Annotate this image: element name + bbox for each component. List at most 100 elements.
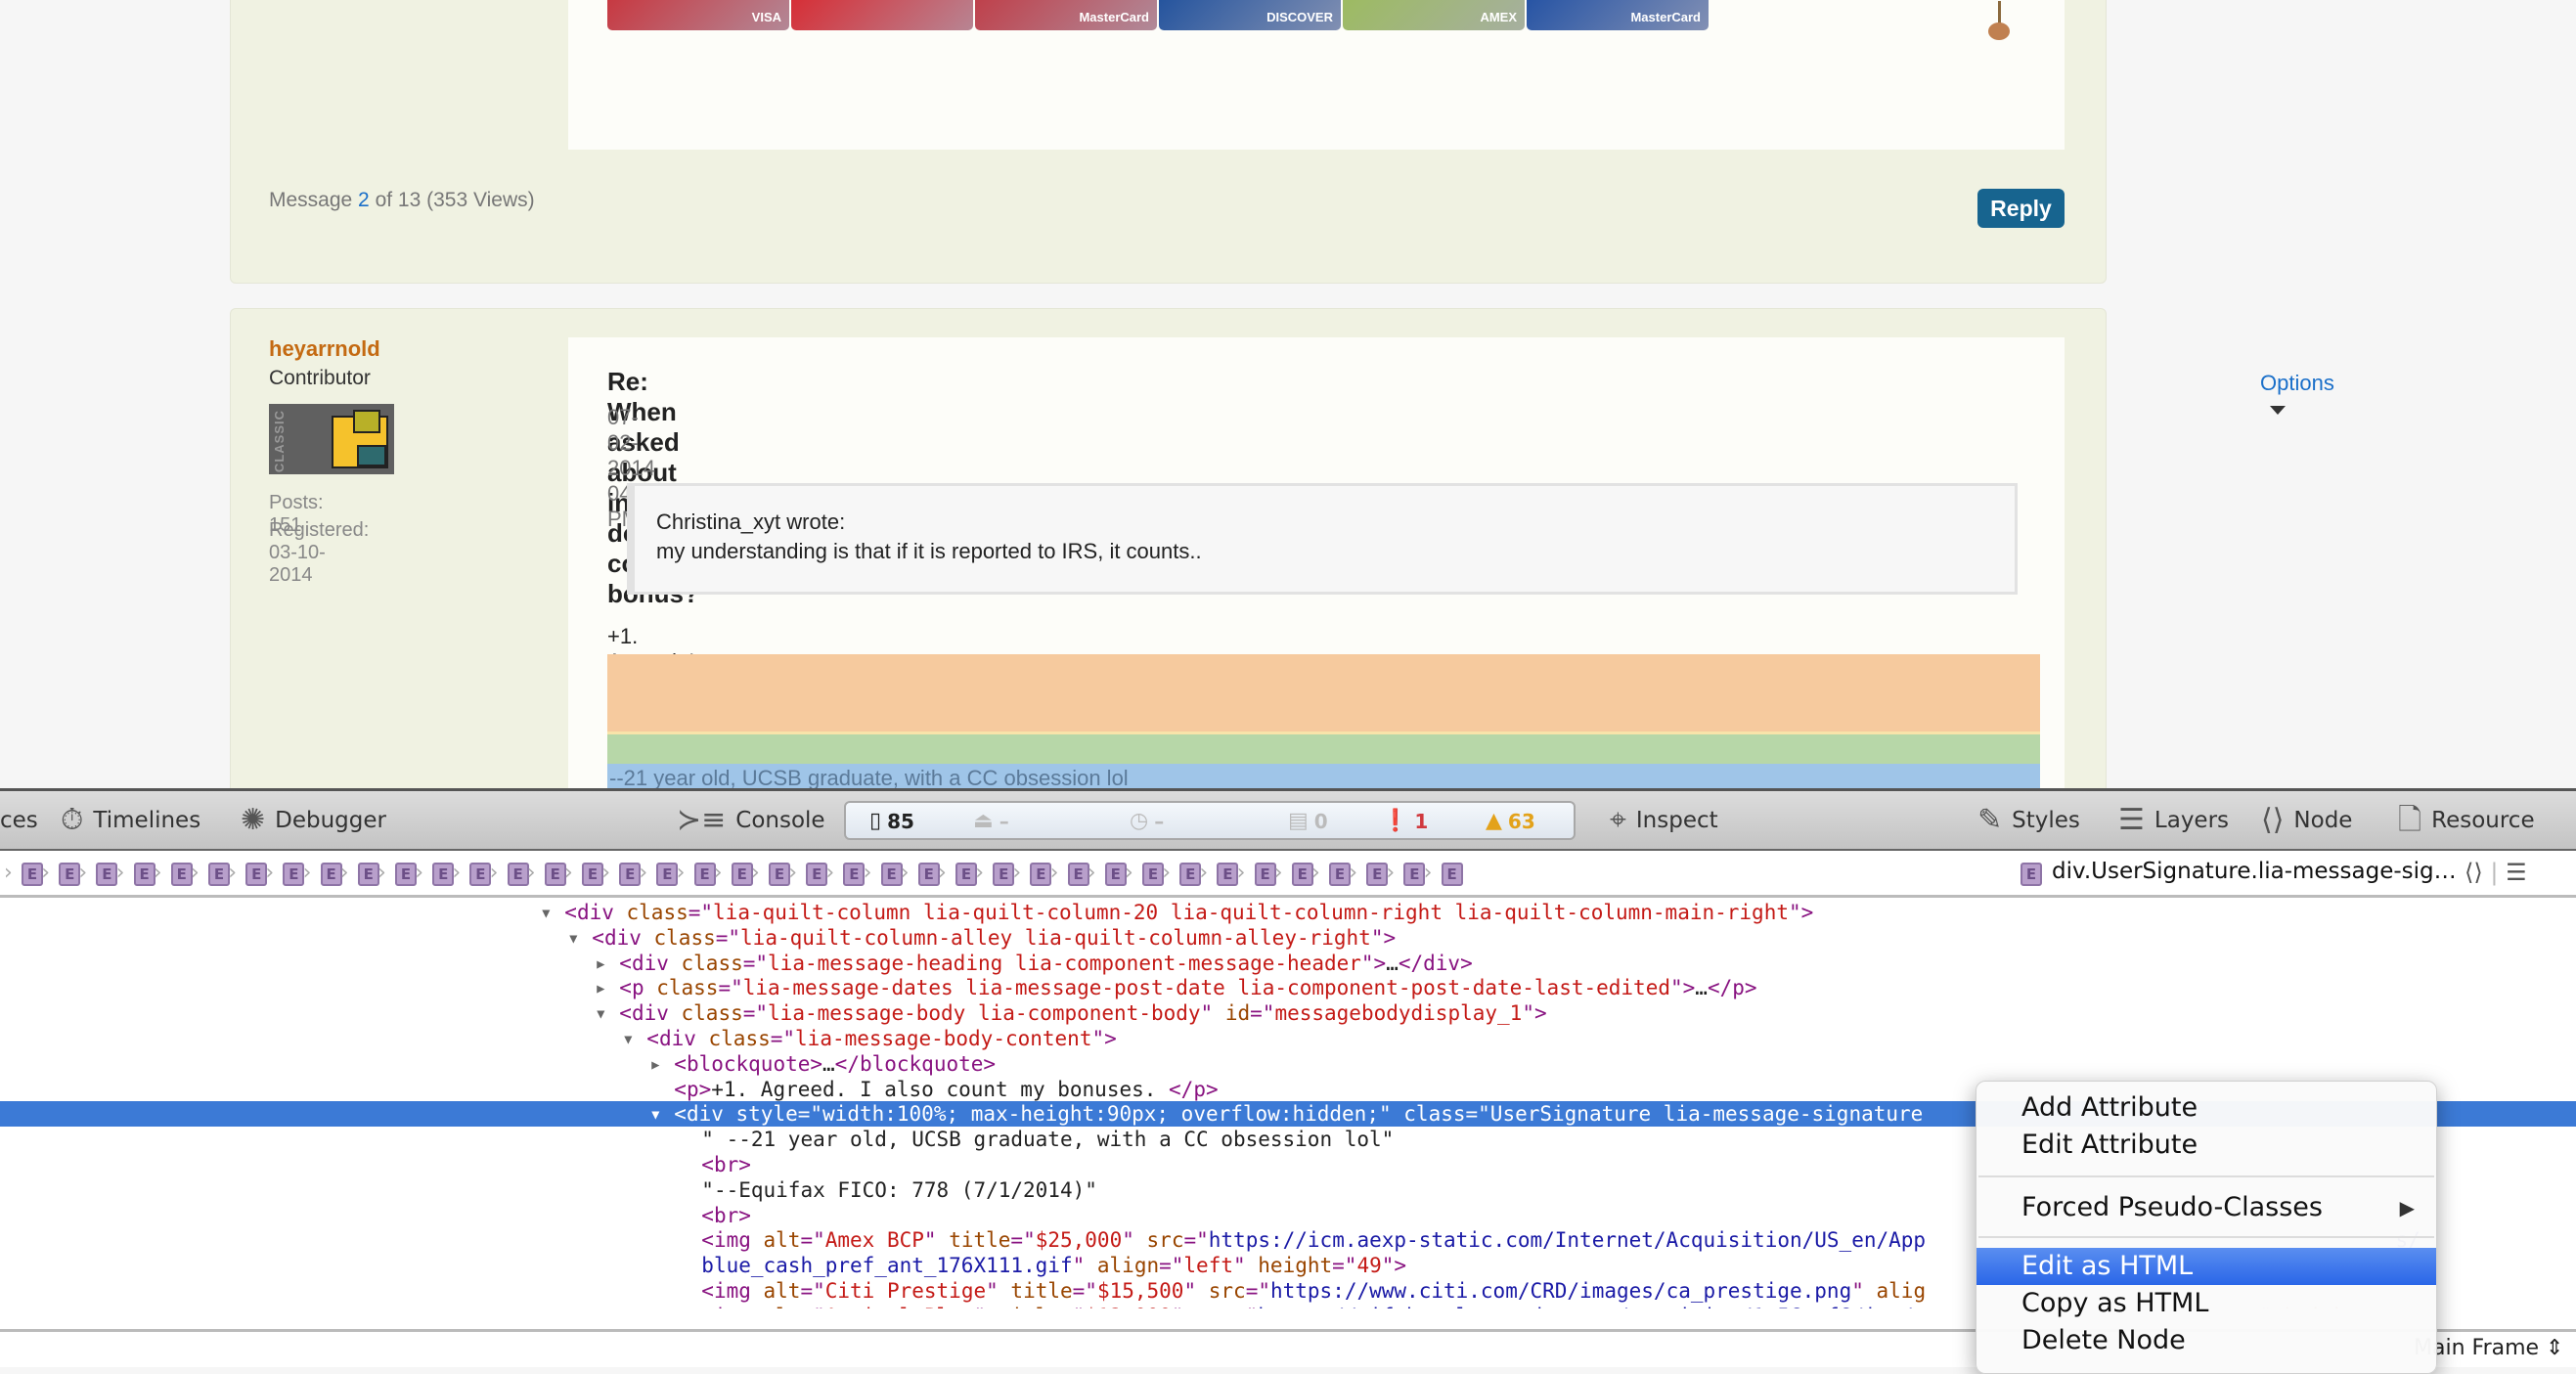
show-source-icon[interactable]: ⟨⟩ (2465, 859, 2483, 886)
breadcrumb-element[interactable]: E (619, 863, 642, 886)
disclosure-collapsed-icon[interactable]: ▸ (595, 952, 619, 975)
breadcrumb-element[interactable]: E (96, 863, 118, 886)
breadcrumb-current[interactable]: div.UserSignature.lia-message-sig… (2052, 859, 2457, 884)
dom-node[interactable]: ▸ <p class="lia-message-dates lia-messag… (0, 975, 2576, 1000)
breadcrumb-element[interactable]: E (993, 863, 1015, 886)
breadcrumb-element[interactable]: E (283, 863, 305, 886)
dom-node[interactable]: ▾ <div class="lia-quilt-column-alley lia… (0, 925, 2576, 951)
menu-forced-pseudo-classes[interactable]: Forced Pseudo-Classes ▶ (1976, 1189, 2436, 1226)
dom-token: $12,000 (1085, 1305, 1172, 1308)
menu-edit-as-html[interactable]: Edit as HTML (1976, 1248, 2436, 1285)
breadcrumb-element[interactable]: E (22, 863, 43, 886)
breadcrumb-element[interactable]: E (133, 863, 155, 886)
breadcrumb-element[interactable]: E (320, 863, 342, 886)
disclosure-collapsed-icon[interactable]: ▸ (649, 1052, 674, 1076)
reply-button[interactable]: Reply (1977, 189, 2065, 228)
breadcrumb-element[interactable]: E (917, 863, 940, 886)
menu-copy-as-html[interactable]: Copy as HTML (1976, 1285, 2436, 1322)
inspect-button[interactable]: ⌖ Inspect (1610, 803, 1718, 838)
breadcrumb-element[interactable]: E (656, 863, 679, 886)
dom-token: <img (701, 1305, 763, 1308)
angle-brackets-icon: ⟨⟩ (2261, 803, 2285, 837)
inspector-highlight-padding (607, 734, 2040, 764)
tab-layers[interactable]: ☰ Layers (2118, 803, 2229, 838)
dom-token: " (1122, 1228, 1147, 1253)
layers-toggle-icon[interactable]: ☰ (2506, 859, 2527, 886)
breadcrumb-element[interactable]: E (395, 863, 417, 886)
tab-resource[interactable]: 🗋 Resource (2398, 803, 2535, 838)
breadcrumb-element[interactable]: E (769, 863, 790, 886)
breadcrumb-element[interactable]: E (1441, 863, 1463, 886)
breadcrumb-element[interactable]: E (843, 863, 866, 886)
breadcrumb-element[interactable]: E (955, 863, 977, 886)
menu-edit-attribute[interactable]: Edit Attribute (1976, 1127, 2436, 1164)
error-count[interactable]: ❗ 1 (1382, 809, 1428, 833)
breadcrumb-element[interactable]: E (693, 863, 716, 886)
credit-card-image: VISA (607, 0, 789, 30)
dom-node[interactable]: ▾ <div class="lia-message-body-content"> (0, 1026, 2576, 1051)
menu-delete-node[interactable]: Delete Node (1976, 1322, 2436, 1359)
disclosure-expanded-icon[interactable]: ▾ (567, 926, 592, 950)
breadcrumb-element[interactable]: E (432, 863, 455, 886)
breadcrumb-element[interactable]: E (731, 863, 753, 886)
breadcrumb-element[interactable]: E (544, 863, 566, 886)
breadcrumb-element[interactable]: E (1291, 863, 1313, 886)
breadcrumb-element[interactable]: E (1329, 863, 1351, 886)
dom-node[interactable]: ▸ <blockquote>…</blockquote> (0, 1051, 2576, 1077)
message-panel: heyarrnold Contributor CLASSIC Posts: 15… (230, 308, 2334, 788)
dom-node[interactable]: ▾ <div class="lia-quilt-column lia-quilt… (0, 900, 2576, 925)
breadcrumb-element[interactable]: E (469, 863, 492, 886)
tab-node[interactable]: ⟨⟩ Node (2261, 803, 2352, 838)
tab-console[interactable]: ≻≡ Console (677, 803, 825, 838)
dom-token: <div (564, 901, 627, 924)
breadcrumb-element[interactable]: E (1254, 863, 1276, 886)
breadcrumb-element[interactable]: E (170, 863, 193, 886)
disclosure-collapsed-icon[interactable]: ▸ (595, 976, 619, 999)
tab-resources[interactable]: ces (0, 803, 38, 838)
options-menu-button[interactable]: Options (2260, 371, 2334, 421)
author-username[interactable]: heyarrnold (269, 336, 380, 362)
breadcrumb-separator: › (1423, 861, 1433, 885)
breadcrumb-element[interactable]: E (1142, 863, 1164, 886)
log-count[interactable]: ▤ 0 (1288, 809, 1328, 833)
breadcrumb-element[interactable]: E (59, 863, 81, 886)
dom-token: src (1208, 1279, 1246, 1303)
load-time[interactable]: ◷ – (1130, 809, 1164, 833)
breadcrumb-element[interactable]: E (507, 863, 529, 886)
breadcrumb-element[interactable]: E (880, 863, 903, 886)
breadcrumb-element[interactable]: E (1104, 863, 1127, 886)
resource-size[interactable]: ⏏ – (973, 809, 1009, 833)
breadcrumb-element[interactable]: E (1217, 863, 1239, 886)
dom-token: title (1010, 1279, 1073, 1303)
breadcrumb-element[interactable]: E (806, 863, 828, 886)
tab-debugger[interactable]: ✺ Debugger (241, 803, 386, 838)
breadcrumb-element[interactable]: E (357, 863, 379, 886)
breadcrumb-element[interactable]: E (582, 863, 603, 886)
disclosure-expanded-icon[interactable]: ▾ (595, 1001, 619, 1025)
disclosure-expanded-icon[interactable]: ▾ (649, 1102, 674, 1126)
breadcrumb-separator: › (863, 861, 872, 885)
message-number-link[interactable]: 2 (358, 189, 370, 211)
activity-viewer[interactable]: ▯ 85 ⏏ – ◷ – ▤ 0 ❗ 1 ▲ 63 (844, 801, 1576, 840)
breadcrumb-element[interactable]: E (1067, 863, 1089, 886)
breadcrumb-element[interactable]: E (1179, 863, 1202, 886)
warning-count[interactable]: ▲ 63 (1486, 809, 1535, 833)
breadcrumb-element[interactable]: E (208, 863, 230, 886)
dom-token: =" (715, 925, 741, 950)
breadcrumb-separator: › (4, 861, 13, 885)
dom-node[interactable]: ▸ <div class="lia-message-heading lia-co… (0, 951, 2576, 976)
disclosure-expanded-icon[interactable]: ▾ (622, 1027, 646, 1050)
card-network-label: MasterCard (1630, 10, 1701, 24)
breadcrumb-element[interactable]: E (1030, 863, 1052, 886)
breadcrumb-separator: › (415, 861, 423, 885)
dom-node[interactable]: ▾ <div class="lia-message-body lia-compo… (0, 1000, 2576, 1026)
tab-styles[interactable]: ✎ Styles (1977, 803, 2080, 838)
tab-timelines[interactable]: ⏱ Timelines (61, 803, 200, 838)
resource-count[interactable]: ▯ 85 (869, 809, 914, 833)
breadcrumb-element[interactable]: E (245, 863, 268, 886)
dom-token: alt (763, 1279, 801, 1303)
breadcrumb-element[interactable]: E (1366, 863, 1389, 886)
breadcrumb-element[interactable]: E (1403, 863, 1426, 886)
disclosure-expanded-icon[interactable]: ▾ (540, 901, 564, 924)
menu-add-attribute[interactable]: Add Attribute (1976, 1089, 2436, 1127)
